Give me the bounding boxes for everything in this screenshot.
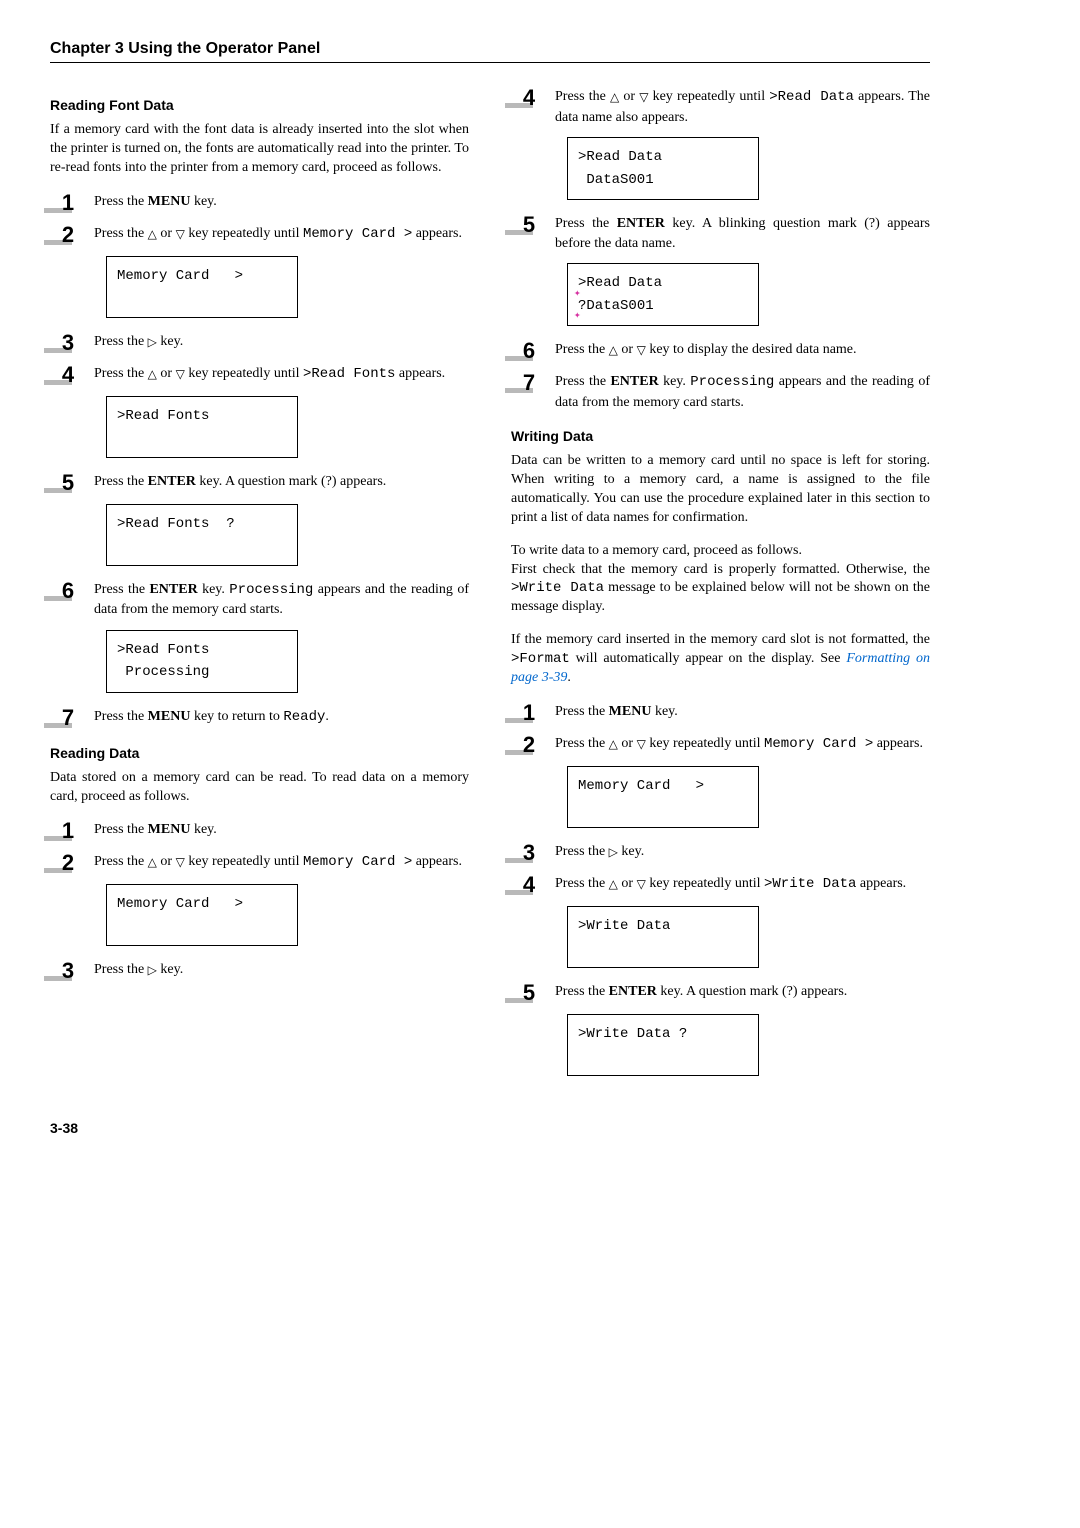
step-3: 3 Press the ▷ key. [511,842,930,864]
step-text: Press the ▷ key. [86,332,469,352]
triangle-right-icon: ▷ [148,334,157,351]
step-text: Press the △ or ▽ key repeatedly until Me… [86,852,469,873]
triangle-right-icon: ▷ [148,962,157,979]
step-text: Press the MENU key. [86,820,469,840]
step-number-icon: 1 [50,192,86,214]
lcd-display: Memory Card > [567,766,759,828]
intro-paragraph: Data can be written to a memory card unt… [511,452,930,528]
step-1: 1 Press the MENU key. [50,820,469,842]
step-number-icon: 1 [511,702,547,724]
step-text: Press the ENTER key. A blinking question… [547,214,930,253]
step-text: Press the MENU key. [547,702,930,722]
step-text: Press the ▷ key. [86,960,469,980]
step-number-icon: 2 [50,224,86,246]
left-column: Reading Font Data If a memory card with … [50,81,469,1090]
page-number: 3-38 [50,1120,930,1136]
step-text: Press the △ or ▽ key repeatedly until >R… [547,87,930,127]
step-text: Press the MENU key. [86,192,469,212]
two-column-layout: Reading Font Data If a memory card with … [50,81,930,1090]
triangle-down-icon: ▽ [176,226,185,243]
step-number-icon: 2 [511,734,547,756]
lcd-display: >Read Data DataS001 [567,137,759,200]
step-number-icon: 4 [50,364,86,386]
intro-paragraph: If a memory card with the font data is a… [50,121,469,178]
step-text: Press the △ or ▽ key repeatedly until Me… [547,734,930,755]
triangle-down-icon: ▽ [637,342,646,359]
lcd-display: >Read Fonts Processing [106,630,298,693]
step-5: 5 Press the ENTER key. A question mark (… [50,472,469,494]
step-1: 1 Press the MENU key. [511,702,930,724]
lcd-display: >Write Data [567,906,759,968]
chapter-header: Chapter 3 Using the Operator Panel [50,40,930,63]
triangle-down-icon: ▽ [176,854,185,871]
step-2: 2 Press the △ or ▽ key repeatedly until … [511,734,930,756]
step-number-icon: 3 [50,960,86,982]
step-5: 5 Press the ENTER key. A question mark (… [511,982,930,1004]
step-text: Press the ENTER key. Processing appears … [547,372,930,412]
step-text: Press the MENU key to return to Ready. [86,707,469,728]
step-text: Press the △ or ▽ key repeatedly until >W… [547,874,930,895]
triangle-down-icon: ▽ [637,736,646,753]
step-text: Press the ENTER key. Processing appears … [86,580,469,620]
triangle-up-icon: △ [609,342,618,359]
triangle-down-icon: ▽ [176,366,185,383]
section-title-writing-data: Writing Data [511,428,930,444]
step-text: Press the △ or ▽ key to display the desi… [547,340,930,360]
step-text: Press the ENTER key. A question mark (?)… [547,982,930,1002]
step-number-icon: 4 [511,874,547,896]
step-3: 3 Press the ▷ key. [50,332,469,354]
triangle-up-icon: △ [148,366,157,383]
step-number-icon: 2 [50,852,86,874]
lcd-display: Memory Card > [106,256,298,318]
body-paragraph: To write data to a memory card, proceed … [511,542,930,618]
step-3: 3 Press the ▷ key. [50,960,469,982]
triangle-right-icon: ▷ [609,844,618,861]
step-4: 4 Press the △ or ▽ key repeatedly until … [50,364,469,386]
step-number-icon: 5 [50,472,86,494]
step-number-icon: 5 [511,982,547,1004]
step-number-icon: 6 [50,580,86,602]
right-column: 4 Press the △ or ▽ key repeatedly until … [511,81,930,1090]
step-text: Press the △ or ▽ key repeatedly until >R… [86,364,469,385]
step-number-icon: 5 [511,214,547,236]
step-number-icon: 4 [511,87,547,109]
triangle-up-icon: △ [148,226,157,243]
step-number-icon: 6 [511,340,547,362]
step-2: 2 Press the △ or ▽ key repeatedly until … [50,224,469,246]
step-text: Press the △ or ▽ key repeatedly until Me… [86,224,469,245]
lcd-display: Memory Card > [106,884,298,946]
step-4: 4 Press the △ or ▽ key repeatedly until … [511,874,930,896]
lcd-display: >Read Fonts ? [106,504,298,566]
triangle-down-icon: ▽ [637,876,646,893]
lcd-display: >Read Fonts [106,396,298,458]
triangle-up-icon: △ [148,854,157,871]
step-number-icon: 1 [50,820,86,842]
section-title-reading-data: Reading Data [50,745,469,761]
body-paragraph: If the memory card inserted in the memor… [511,631,930,688]
step-7: 7 Press the ENTER key. Processing appear… [511,372,930,412]
step-4: 4 Press the △ or ▽ key repeatedly until … [511,87,930,127]
blinking-cursor-icon: ? [578,295,586,317]
step-6: 6 Press the △ or ▽ key to display the de… [511,340,930,362]
step-number-icon: 3 [511,842,547,864]
triangle-up-icon: △ [609,876,618,893]
step-text: Press the ▷ key. [547,842,930,862]
step-1: 1 Press the MENU key. [50,192,469,214]
triangle-up-icon: △ [610,89,619,106]
step-number-icon: 3 [50,332,86,354]
triangle-up-icon: △ [609,736,618,753]
step-text: Press the ENTER key. A question mark (?)… [86,472,469,492]
step-7: 7 Press the MENU key to return to Ready. [50,707,469,729]
step-2: 2 Press the △ or ▽ key repeatedly until … [50,852,469,874]
step-number-icon: 7 [511,372,547,394]
lcd-display: >Read Data ?DataS001 [567,263,759,326]
intro-paragraph: Data stored on a memory card can be read… [50,769,469,807]
step-number-icon: 7 [50,707,86,729]
lcd-display: >Write Data ? [567,1014,759,1076]
step-5: 5 Press the ENTER key. A blinking questi… [511,214,930,253]
section-title-reading-font-data: Reading Font Data [50,97,469,113]
step-6: 6 Press the ENTER key. Processing appear… [50,580,469,620]
